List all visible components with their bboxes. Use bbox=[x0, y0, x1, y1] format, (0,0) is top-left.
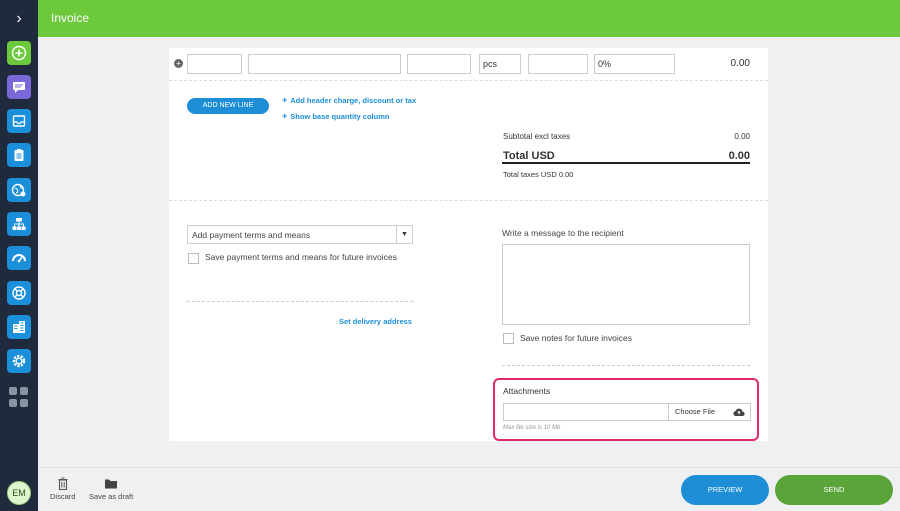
sidebar-item-company[interactable] bbox=[7, 315, 31, 339]
discard-button[interactable]: Discard bbox=[50, 477, 75, 501]
app-header: Invoice bbox=[38, 0, 900, 37]
folder-icon bbox=[105, 479, 118, 489]
chat-icon bbox=[13, 82, 25, 93]
trash-icon bbox=[58, 477, 68, 490]
sidebar-item-inbox[interactable] bbox=[7, 109, 31, 133]
caret-down-icon[interactable]: ▼ bbox=[396, 226, 412, 243]
plus-icon: + bbox=[282, 111, 288, 121]
payment-terms-placeholder: Add payment terms and means bbox=[192, 230, 311, 240]
plus-icon bbox=[11, 45, 27, 61]
line-item-tax-field[interactable]: 0% bbox=[594, 54, 675, 74]
sidebar-toggle-button[interactable]: › bbox=[0, 0, 38, 37]
building-icon bbox=[13, 321, 25, 333]
settings-icon bbox=[12, 354, 26, 368]
message-label: Write a message to the recipient bbox=[502, 228, 624, 238]
payment-terms-select[interactable]: Add payment terms and means ▼ bbox=[187, 225, 413, 244]
sidebar-item-create[interactable] bbox=[7, 41, 31, 65]
line-item-unit-field[interactable]: pcs bbox=[479, 54, 521, 74]
discard-label: Discard bbox=[50, 492, 76, 501]
send-button[interactable]: SEND bbox=[775, 475, 893, 505]
attachments-hint: Max file size is 10 Mb bbox=[503, 425, 561, 431]
attachments-label: Attachments bbox=[503, 386, 551, 396]
total-label: Total USD bbox=[503, 150, 555, 162]
subtotal-value: 0.00 bbox=[734, 132, 750, 141]
apps-grid-icon[interactable] bbox=[9, 387, 29, 407]
save-draft-button[interactable]: Save as draft bbox=[89, 477, 133, 501]
attachments-section: Attachments Choose File Max file size is… bbox=[493, 378, 759, 441]
invoice-card: + pcs 0% 0.00 ADD NEW LINE + Add header c… bbox=[169, 48, 768, 441]
sidebar-item-support[interactable] bbox=[7, 281, 31, 305]
chevron-right-icon: › bbox=[16, 9, 22, 27]
add-header-charge-label: Add header charge, discount or tax bbox=[290, 96, 417, 105]
set-delivery-address-link[interactable]: Set delivery address bbox=[339, 317, 412, 326]
footer-bar: Discard Save as draft PREVIEW SEND bbox=[38, 467, 900, 511]
save-notes-label: Save notes for future invoices bbox=[520, 333, 632, 343]
add-header-charge-link[interactable]: + Add header charge, discount or tax bbox=[282, 95, 416, 105]
show-base-quantity-label: Show base quantity column bbox=[290, 112, 390, 121]
line-item-number-field[interactable] bbox=[187, 54, 242, 74]
sidebar-item-organization[interactable] bbox=[7, 212, 31, 236]
choose-file-label: Choose File bbox=[675, 407, 716, 416]
save-payment-terms-label: Save payment terms and means for future … bbox=[205, 252, 397, 262]
inbox-icon bbox=[12, 115, 26, 127]
sitemap-icon bbox=[12, 218, 26, 230]
line-item-quantity-field[interactable] bbox=[407, 54, 471, 74]
preview-button[interactable]: PREVIEW bbox=[681, 475, 769, 505]
message-divider bbox=[502, 365, 750, 366]
file-input[interactable]: Choose File bbox=[503, 403, 751, 421]
show-base-quantity-link[interactable]: + Show base quantity column bbox=[282, 111, 389, 121]
sidebar-item-network[interactable] bbox=[7, 178, 31, 202]
section-divider bbox=[169, 200, 768, 201]
sidebar-item-messages[interactable] bbox=[7, 75, 31, 99]
line-item-description-field[interactable] bbox=[248, 54, 401, 74]
total-taxes-label: Total taxes USD 0.00 bbox=[503, 170, 574, 179]
line-item-price-field[interactable] bbox=[528, 54, 588, 74]
sidebar-item-documents[interactable] bbox=[7, 143, 31, 167]
total-value: 0.00 bbox=[728, 150, 750, 162]
clipboard-icon bbox=[14, 149, 24, 161]
message-textarea[interactable] bbox=[502, 244, 750, 325]
save-draft-label: Save as draft bbox=[89, 492, 134, 501]
support-icon bbox=[12, 286, 26, 300]
page-title: Invoice bbox=[51, 11, 90, 25]
line-item-total: 0.00 bbox=[730, 58, 750, 69]
add-line-plus-icon[interactable]: + bbox=[174, 59, 183, 68]
sidebar-item-settings[interactable] bbox=[7, 349, 31, 373]
save-notes-checkbox[interactable] bbox=[503, 333, 514, 344]
add-new-line-button[interactable]: ADD NEW LINE bbox=[187, 98, 269, 114]
subtotal-label: Subtotal excl taxes bbox=[503, 132, 571, 141]
avatar[interactable]: EM bbox=[7, 481, 31, 505]
choose-file-button[interactable]: Choose File bbox=[668, 404, 750, 420]
sidebar-item-dashboard[interactable] bbox=[7, 246, 31, 270]
sidebar: › EM bbox=[0, 0, 38, 511]
payment-divider bbox=[187, 301, 413, 302]
cloud-upload-icon bbox=[733, 408, 745, 417]
save-payment-terms-checkbox[interactable] bbox=[188, 253, 199, 264]
globe-icon bbox=[11, 183, 26, 197]
plus-icon: + bbox=[282, 95, 288, 105]
invoice-line-row: + pcs 0% 0.00 bbox=[169, 48, 768, 81]
dashboard-icon bbox=[12, 254, 26, 263]
